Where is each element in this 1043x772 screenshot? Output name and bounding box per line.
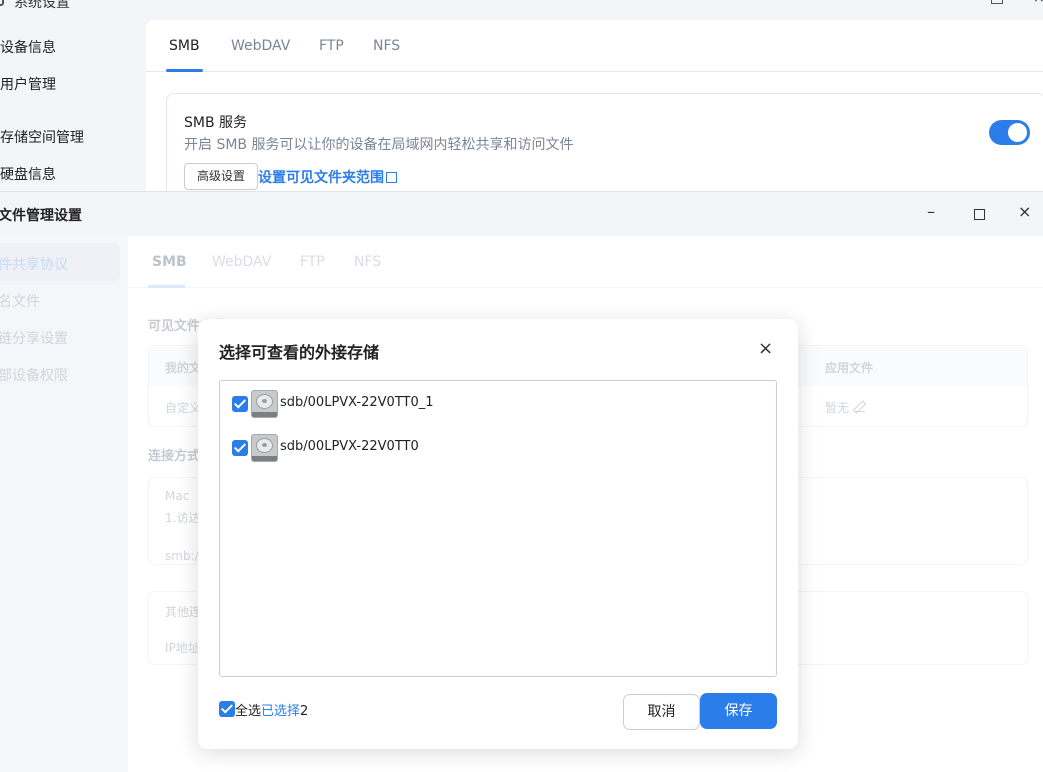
close-icon[interactable]: ×	[758, 339, 773, 359]
smb-settings-panel: SMB WebDAV FTP NFS SMB 服务 开启 SMB 服务可以让你的…	[146, 20, 1043, 213]
app-icon	[0, 0, 4, 6]
nav-storage-management[interactable]: 存储空间管理	[0, 127, 84, 147]
close-icon[interactable]: ×	[1033, 0, 1043, 6]
disk-base	[252, 412, 277, 417]
hard-disk-icon	[251, 390, 278, 418]
list-item[interactable]: sdb/00LPVX-22V0TT0	[220, 431, 776, 465]
storage-checkbox[interactable]	[232, 440, 248, 456]
select-all-checkbox[interactable]	[219, 701, 235, 717]
cancel-button[interactable]: 取消	[623, 694, 700, 730]
minimize-icon[interactable]: –	[927, 202, 935, 221]
smb-service-description: 开启 SMB 服务可以让你的设备在局域网内轻松共享和访问文件	[184, 137, 574, 153]
smb-service-title: SMB 服务	[184, 115, 248, 131]
visible-folder-range-link[interactable]: 设置可见文件夹范围	[258, 167, 397, 187]
smb-toggle[interactable]	[989, 120, 1030, 145]
tab-smb[interactable]: SMB	[169, 38, 200, 54]
tab-ftp[interactable]: FTP	[319, 38, 344, 54]
maximize-icon[interactable]	[991, 0, 1003, 4]
protocol-tabs: SMB WebDAV FTP NFS	[146, 20, 1043, 72]
window-titlebar: 文件管理设置 – ×	[0, 191, 1043, 236]
storage-checkbox[interactable]	[232, 396, 248, 412]
system-settings-window: 系统设置 × 设备信息 用户管理 存储空间管理 硬盘信息 SMB WebDAV …	[0, 0, 1043, 213]
maximize-icon[interactable]	[974, 209, 985, 220]
selected-count: 2	[300, 704, 309, 719]
storage-label: sdb/00LPVX-22V0TT0	[280, 439, 419, 454]
nav-device-info[interactable]: 设备信息	[0, 37, 56, 57]
disk-platter	[256, 394, 273, 409]
close-icon[interactable]: ×	[1018, 202, 1031, 221]
disk-base	[252, 456, 277, 461]
storage-list: sdb/00LPVX-22V0TT0_1 sdb/00LPVX-22V0TT0	[219, 380, 777, 677]
save-button[interactable]: 保存	[700, 693, 777, 729]
select-external-storage-dialog: 选择可查看的外接存储 × sdb/00LPVX-22V0TT0_1 sdb/00…	[198, 319, 798, 749]
external-link-icon	[386, 172, 397, 183]
select-all-label[interactable]: 全选	[235, 704, 261, 719]
selected-prefix: 已选择	[261, 704, 301, 719]
list-item[interactable]: sdb/00LPVX-22V0TT0_1	[220, 387, 776, 421]
hard-disk-icon	[251, 434, 278, 462]
nav-user-management[interactable]: 用户管理	[0, 74, 56, 94]
tab-webdav[interactable]: WebDAV	[231, 38, 290, 54]
storage-label: sdb/00LPVX-22V0TT0_1	[280, 395, 434, 410]
visible-folder-range-label: 设置可见文件夹范围	[258, 170, 384, 186]
disk-platter	[256, 438, 273, 453]
window-title: 系统设置	[14, 0, 70, 11]
advanced-settings-button[interactable]: 高级设置	[184, 163, 258, 190]
toggle-knob	[1008, 123, 1027, 142]
dialog-title: 选择可查看的外接存储	[219, 343, 380, 362]
active-tab-indicator	[166, 69, 203, 72]
nav-disk-info[interactable]: 硬盘信息	[0, 164, 56, 184]
selection-summary: 全选已选择2	[235, 700, 308, 719]
window-title: 文件管理设置	[0, 208, 82, 224]
tab-nfs[interactable]: NFS	[373, 38, 400, 54]
